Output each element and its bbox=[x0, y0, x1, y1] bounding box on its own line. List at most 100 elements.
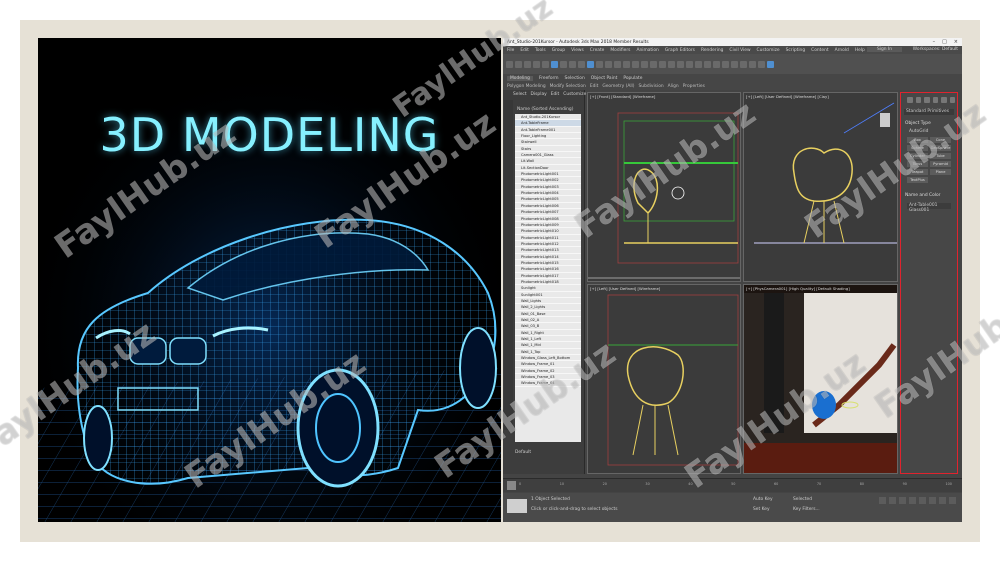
menu-rendering[interactable]: Rendering bbox=[701, 48, 723, 53]
render-production-icon[interactable] bbox=[767, 60, 774, 68]
modify-tab-icon[interactable] bbox=[915, 97, 921, 103]
schematic-view-icon[interactable] bbox=[731, 60, 738, 68]
angle-snap-icon[interactable] bbox=[650, 60, 657, 68]
primitive-type-dropdown[interactable]: Standard Primitives bbox=[904, 109, 954, 115]
bind-icon[interactable] bbox=[542, 60, 549, 68]
teapot-button[interactable]: Teapot bbox=[907, 169, 928, 175]
ribbon-edit[interactable]: Edit bbox=[590, 84, 599, 89]
menu-civil-view[interactable]: Civil View bbox=[729, 48, 750, 53]
curve-editor-icon[interactable] bbox=[722, 60, 729, 68]
autogrid-checkbox[interactable]: AutoGrid bbox=[901, 128, 957, 135]
timeline-ticks[interactable]: 0 10 20 30 40 50 60 70 80 90 100 bbox=[519, 482, 952, 490]
align-icon[interactable] bbox=[695, 60, 702, 68]
pan-icon[interactable] bbox=[949, 497, 956, 504]
scene-object-row[interactable]: Window_Frame_04 bbox=[515, 380, 581, 387]
redo-icon[interactable] bbox=[515, 60, 522, 68]
autokey-button[interactable]: Auto Key bbox=[753, 497, 773, 502]
viewport-front[interactable]: [+] [Front] [Standard] [Wireframe] bbox=[587, 92, 741, 282]
motion-tab-icon[interactable] bbox=[932, 97, 938, 103]
cone-button[interactable]: Cone bbox=[930, 137, 951, 143]
ribbon-properties[interactable]: Properties bbox=[683, 84, 705, 89]
ribbon-tab-freeform[interactable]: Freeform bbox=[539, 76, 559, 81]
ribbon-geometry[interactable]: Geometry (All) bbox=[602, 84, 634, 89]
menu-graph-editors[interactable]: Graph Editors bbox=[665, 48, 695, 53]
scene-object-list[interactable]: Ant_Studio-201Kursor Ant-TableFrame Ant-Ta… bbox=[515, 114, 581, 442]
viewport-label[interactable]: [+] [Left] [User Defined] [Wireframe] [C… bbox=[746, 94, 829, 99]
viewport-label[interactable]: [+] [PhysCamera001] [High Quality] [Defa… bbox=[746, 286, 850, 291]
maxscript-listener[interactable] bbox=[507, 499, 527, 513]
go-to-end-icon[interactable] bbox=[919, 497, 926, 504]
menu-modifiers[interactable]: Modifiers bbox=[610, 48, 630, 53]
select-object-icon[interactable] bbox=[551, 60, 558, 68]
menu-tools[interactable]: Tools bbox=[535, 48, 546, 53]
set-key-button[interactable]: Set Key bbox=[753, 507, 770, 512]
named-selection-icon[interactable] bbox=[677, 60, 684, 68]
scene-tab-display[interactable]: Display bbox=[531, 92, 547, 97]
placement-icon[interactable] bbox=[614, 60, 621, 68]
plane-button[interactable]: Plane bbox=[930, 169, 951, 175]
render-frame-icon[interactable] bbox=[758, 60, 765, 68]
textplus-button[interactable]: TextPlus bbox=[907, 177, 928, 183]
viewport-left[interactable]: [+] [Left] [User Defined] [Wireframe] bbox=[587, 284, 741, 474]
keyboard-shortcut-icon[interactable] bbox=[632, 60, 639, 68]
utilities-tab-icon[interactable] bbox=[949, 97, 955, 103]
menu-help[interactable]: Help bbox=[855, 48, 865, 53]
maximize-icon[interactable]: □ bbox=[942, 39, 947, 45]
ribbon-align[interactable]: Align bbox=[668, 84, 679, 89]
material-editor-icon[interactable] bbox=[740, 60, 747, 68]
snaps-icon[interactable] bbox=[641, 60, 648, 68]
menu-scripting[interactable]: Scripting bbox=[786, 48, 806, 53]
name-color-rollout-title[interactable]: Name and Color bbox=[901, 191, 957, 200]
menu-views[interactable]: Views bbox=[571, 48, 584, 53]
render-setup-icon[interactable] bbox=[749, 60, 756, 68]
mirror-icon[interactable] bbox=[686, 60, 693, 68]
ribbon-subdivision[interactable]: Subdivision bbox=[639, 84, 664, 89]
minimize-icon[interactable]: – bbox=[933, 39, 936, 45]
create-tab-icon[interactable] bbox=[907, 97, 913, 103]
ribbon-tab-selection[interactable]: Selection bbox=[565, 76, 585, 81]
key-filters-button[interactable]: Key Filters... bbox=[793, 507, 820, 512]
scene-tab-select[interactable]: Select bbox=[513, 92, 527, 97]
selected-dropdown[interactable]: Selected bbox=[793, 497, 812, 502]
torus-button[interactable]: Torus bbox=[907, 161, 928, 167]
previous-frame-icon[interactable] bbox=[889, 497, 896, 504]
ribbon-polygon-modeling[interactable]: Polygon Modeling bbox=[507, 84, 546, 89]
menu-create[interactable]: Create bbox=[590, 48, 605, 53]
move-icon[interactable] bbox=[587, 60, 594, 68]
hierarchy-tab-icon[interactable] bbox=[924, 97, 930, 103]
sign-in-button[interactable]: Sign In bbox=[866, 47, 902, 52]
menu-group[interactable]: Group bbox=[552, 48, 565, 53]
select-by-name-icon[interactable] bbox=[560, 60, 567, 68]
cylinder-button[interactable]: Cylinder bbox=[907, 153, 928, 159]
pyramid-button[interactable]: Pyramid bbox=[930, 161, 951, 167]
layer-explorer-icon[interactable] bbox=[704, 60, 711, 68]
time-slider[interactable] bbox=[507, 481, 516, 490]
scene-tab-customize[interactable]: Customize bbox=[563, 92, 586, 97]
sphere-button[interactable]: Sphere bbox=[907, 145, 928, 151]
object-type-rollout-title[interactable]: Object Type bbox=[901, 119, 957, 128]
window-crossing-icon[interactable] bbox=[578, 60, 585, 68]
viewport-left-clay[interactable]: [+] [Left] [User Defined] [Wireframe] [C… bbox=[743, 92, 898, 282]
go-to-start-icon[interactable] bbox=[879, 497, 886, 504]
menu-animation[interactable]: Animation bbox=[636, 48, 658, 53]
ribbon-tab-modeling[interactable]: Modeling bbox=[507, 76, 533, 81]
unlink-icon[interactable] bbox=[533, 60, 540, 68]
link-icon[interactable] bbox=[524, 60, 531, 68]
display-tab-icon[interactable] bbox=[941, 97, 947, 103]
close-icon[interactable]: × bbox=[954, 39, 958, 45]
orbit-icon[interactable] bbox=[939, 497, 946, 504]
object-name-field[interactable]: Ant-Table001 Glass001 bbox=[907, 203, 951, 213]
zoom-icon[interactable] bbox=[929, 497, 936, 504]
menu-edit[interactable]: Edit bbox=[520, 48, 529, 53]
rotate-icon[interactable] bbox=[596, 60, 603, 68]
next-frame-icon[interactable] bbox=[909, 497, 916, 504]
menu-customize[interactable]: Customize bbox=[757, 48, 780, 53]
scene-filter-toolbar[interactable] bbox=[504, 100, 513, 430]
spinner-snap-icon[interactable] bbox=[668, 60, 675, 68]
viewport-label[interactable]: [+] [Front] [Standard] [Wireframe] bbox=[590, 94, 655, 99]
tube-button[interactable]: Tube bbox=[930, 153, 951, 159]
box-button[interactable]: Box bbox=[907, 137, 928, 143]
percent-snap-icon[interactable] bbox=[659, 60, 666, 68]
geosphere-button[interactable]: GeoSphere bbox=[930, 145, 951, 151]
ribbon-tab-object-paint[interactable]: Object Paint bbox=[591, 76, 618, 81]
